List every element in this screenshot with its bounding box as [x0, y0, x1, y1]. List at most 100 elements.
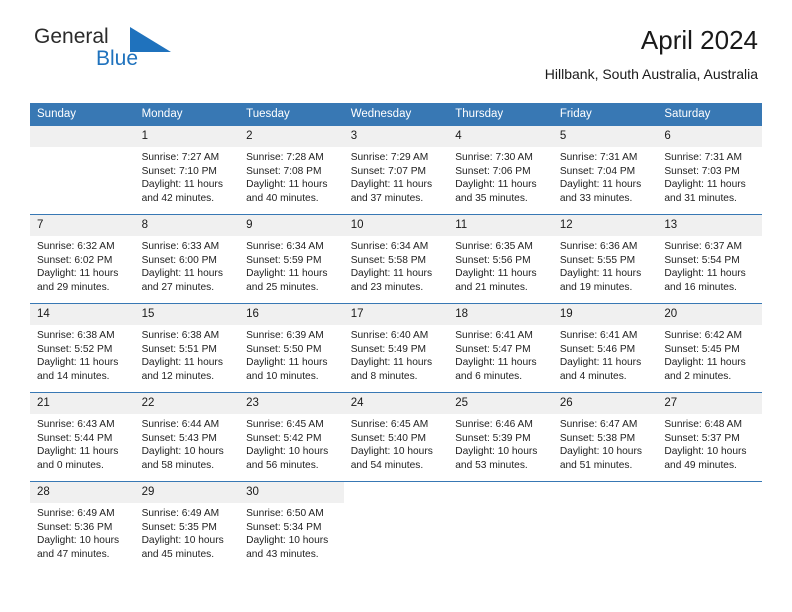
day-number: 27 [657, 393, 762, 414]
daylight-text-line1: Daylight: 11 hours [37, 268, 119, 279]
day-cell-content: 25 Sunrise: 6:46 AM Sunset: 5:39 PM Dayligh… [448, 393, 553, 481]
day-cell-content: 28 Sunrise: 6:49 AM Sunset: 5:36 PM Dayligh… [30, 482, 135, 570]
calendar-day-cell[interactable]: 2 Sunrise: 7:28 AM Sunset: 7:08 PM Daylight… [239, 126, 344, 215]
sunset-text: Sunset: 5:37 PM [664, 432, 740, 444]
day-cell-content: 14 Sunrise: 6:38 AM Sunset: 5:52 PM Dayligh… [30, 304, 135, 392]
daylight-text-line2: and 0 minutes. [37, 459, 104, 471]
day-info: Sunrise: 7:30 AM Sunset: 7:06 PM Daylight:… [448, 147, 553, 205]
calendar-day-cell[interactable]: 16 Sunrise: 6:39 AM Sunset: 5:50 PM Dayligh… [239, 303, 344, 393]
calendar-day-cell[interactable]: 23 Sunrise: 6:45 AM Sunset: 5:42 PM Dayligh… [239, 392, 344, 482]
day-number [657, 482, 762, 503]
daylight-text-line2: and 43 minutes. [246, 548, 319, 560]
sunset-text: Sunset: 5:42 PM [246, 432, 322, 444]
calendar-day-cell[interactable]: 25 Sunrise: 6:46 AM Sunset: 5:39 PM Dayligh… [448, 392, 553, 482]
daylight-text-line1: Daylight: 10 hours [664, 446, 747, 457]
day-number: 29 [134, 482, 240, 503]
sunrise-text: Sunrise: 6:45 AM [246, 419, 324, 430]
calendar-day-cell[interactable] [448, 481, 553, 570]
calendar-day-cell[interactable] [657, 481, 762, 570]
sunrise-text: Sunrise: 6:34 AM [246, 241, 324, 252]
day-number: 30 [239, 482, 344, 503]
day-info: Sunrise: 6:47 AM Sunset: 5:38 PM Daylight:… [553, 414, 658, 472]
calendar-day-cell[interactable]: 19 Sunrise: 6:41 AM Sunset: 5:46 PM Dayligh… [552, 303, 658, 393]
calendar-day-cell[interactable]: 8 Sunrise: 6:33 AM Sunset: 6:00 PM Daylight… [134, 214, 240, 304]
calendar-day-cell[interactable]: 20 Sunrise: 6:42 AM Sunset: 5:45 PM Dayligh… [657, 303, 762, 393]
day-number: 17 [343, 304, 449, 325]
calendar-day-cell[interactable]: 13 Sunrise: 6:37 AM Sunset: 5:54 PM Dayligh… [657, 214, 762, 304]
sunrise-text: Sunrise: 6:48 AM [664, 419, 742, 430]
sunset-text: Sunset: 5:56 PM [455, 254, 531, 266]
daylight-text-line2: and 54 minutes. [350, 459, 424, 471]
calendar-day-cell[interactable]: 27 Sunrise: 6:48 AM Sunset: 5:37 PM Dayligh… [657, 392, 762, 482]
day-number: 11 [448, 215, 553, 236]
day-cell-content: 6 Sunrise: 7:31 AM Sunset: 7:03 PM Daylight… [657, 126, 762, 214]
calendar-day-cell[interactable]: 30 Sunrise: 6:50 AM Sunset: 5:34 PM Dayligh… [239, 481, 344, 570]
sunrise-text: Sunrise: 6:37 AM [664, 241, 742, 252]
daylight-text-line1: Daylight: 11 hours [664, 357, 746, 368]
title-block: April 2024 Hillbank, South Australia, Au… [545, 24, 758, 84]
sunrise-text: Sunrise: 7:28 AM [246, 152, 324, 163]
day-number: 25 [448, 393, 553, 414]
calendar-header-row: Sunday Monday Tuesday Wednesday Thursday… [30, 103, 762, 126]
sunset-text: Sunset: 7:03 PM [664, 165, 740, 177]
daylight-text-line2: and 23 minutes. [350, 281, 424, 293]
daylight-text-line1: Daylight: 11 hours [246, 179, 328, 190]
brand-logo[interactable]: General Blue [34, 26, 264, 78]
day-cell-content: 18 Sunrise: 6:41 AM Sunset: 5:47 PM Dayligh… [448, 304, 553, 392]
calendar-day-cell[interactable]: 5 Sunrise: 7:31 AM Sunset: 7:04 PM Daylight… [552, 126, 658, 215]
sunrise-text: Sunrise: 7:29 AM [350, 152, 429, 163]
calendar-day-cell[interactable]: 29 Sunrise: 6:49 AM Sunset: 5:35 PM Dayligh… [134, 481, 240, 570]
daylight-text-line2: and 58 minutes. [141, 459, 215, 471]
calendar-day-cell[interactable] [30, 126, 135, 215]
day-info: Sunrise: 7:28 AM Sunset: 7:08 PM Daylight:… [239, 147, 344, 205]
day-number: 9 [239, 215, 344, 236]
day-info: Sunrise: 6:33 AM Sunset: 6:00 PM Daylight:… [135, 236, 240, 294]
day-number: 26 [552, 393, 658, 414]
day-info: Sunrise: 6:41 AM Sunset: 5:47 PM Daylight:… [448, 325, 553, 383]
sunrise-text: Sunrise: 6:47 AM [559, 419, 638, 430]
calendar-day-cell[interactable]: 9 Sunrise: 6:34 AM Sunset: 5:59 PM Daylight… [239, 214, 344, 304]
page-subtitle: Hillbank, South Australia, Australia [544, 66, 758, 82]
sunrise-text: Sunrise: 7:30 AM [455, 152, 533, 163]
sunset-text: Sunset: 5:59 PM [246, 254, 322, 266]
day-cell-content: 11 Sunrise: 6:35 AM Sunset: 5:56 PM Dayligh… [448, 215, 553, 303]
calendar-day-cell[interactable]: 22 Sunrise: 6:44 AM Sunset: 5:43 PM Dayligh… [134, 392, 240, 482]
sunset-text: Sunset: 5:43 PM [141, 432, 217, 444]
calendar-day-cell[interactable]: 24 Sunrise: 6:45 AM Sunset: 5:40 PM Dayligh… [343, 392, 449, 482]
calendar-day-cell[interactable]: 28 Sunrise: 6:49 AM Sunset: 5:36 PM Dayligh… [30, 481, 135, 570]
daylight-text-line1: Daylight: 11 hours [141, 357, 223, 368]
daylight-text-line2: and 25 minutes. [246, 281, 319, 293]
calendar-day-cell[interactable]: 17 Sunrise: 6:40 AM Sunset: 5:49 PM Dayligh… [343, 303, 449, 393]
day-info: Sunrise: 6:42 AM Sunset: 5:45 PM Daylight:… [657, 325, 762, 383]
sunset-text: Sunset: 5:52 PM [37, 343, 113, 355]
calendar-day-cell[interactable]: 21 Sunrise: 6:43 AM Sunset: 5:44 PM Dayligh… [30, 392, 135, 482]
calendar-day-cell[interactable]: 12 Sunrise: 6:36 AM Sunset: 5:55 PM Dayligh… [552, 214, 658, 304]
calendar-day-cell[interactable]: 3 Sunrise: 7:29 AM Sunset: 7:07 PM Daylight… [343, 126, 449, 215]
weekday-header-monday: Monday [134, 103, 240, 126]
calendar-day-cell[interactable] [552, 481, 658, 570]
day-cell-content: 23 Sunrise: 6:45 AM Sunset: 5:42 PM Dayligh… [239, 393, 344, 481]
day-cell-content: 2 Sunrise: 7:28 AM Sunset: 7:08 PM Daylight… [239, 126, 344, 214]
daylight-text-line2: and 2 minutes. [664, 370, 732, 382]
day-number: 13 [657, 215, 762, 236]
calendar-day-cell[interactable]: 18 Sunrise: 6:41 AM Sunset: 5:47 PM Dayligh… [448, 303, 553, 393]
calendar-day-cell[interactable]: 4 Sunrise: 7:30 AM Sunset: 7:06 PM Daylight… [448, 126, 553, 215]
sunset-text: Sunset: 6:00 PM [141, 254, 217, 266]
weekday-header-friday: Friday [552, 103, 658, 126]
calendar-day-cell[interactable]: 10 Sunrise: 6:34 AM Sunset: 5:58 PM Dayligh… [343, 214, 449, 304]
daylight-text-line2: and 29 minutes. [37, 281, 110, 293]
calendar-day-cell[interactable]: 26 Sunrise: 6:47 AM Sunset: 5:38 PM Dayligh… [552, 392, 658, 482]
calendar-day-cell[interactable]: 7 Sunrise: 6:32 AM Sunset: 6:02 PM Daylight… [30, 214, 135, 304]
calendar-day-cell[interactable]: 11 Sunrise: 6:35 AM Sunset: 5:56 PM Dayligh… [448, 214, 553, 304]
calendar-day-cell[interactable]: 14 Sunrise: 6:38 AM Sunset: 5:52 PM Dayligh… [30, 303, 135, 393]
daylight-text-line2: and 21 minutes. [455, 281, 528, 293]
daylight-text-line1: Daylight: 11 hours [455, 268, 537, 279]
calendar-day-cell[interactable]: 15 Sunrise: 6:38 AM Sunset: 5:51 PM Dayligh… [134, 303, 240, 393]
daylight-text-line2: and 42 minutes. [141, 192, 215, 204]
sunrise-text: Sunrise: 6:49 AM [37, 508, 115, 519]
calendar-day-cell[interactable]: 6 Sunrise: 7:31 AM Sunset: 7:03 PM Daylight… [657, 126, 762, 215]
day-number: 12 [552, 215, 658, 236]
sunrise-text: Sunrise: 6:41 AM [559, 330, 638, 341]
calendar-day-cell[interactable] [343, 481, 449, 570]
calendar-day-cell[interactable]: 1 Sunrise: 7:27 AM Sunset: 7:10 PM Daylight… [134, 126, 240, 215]
